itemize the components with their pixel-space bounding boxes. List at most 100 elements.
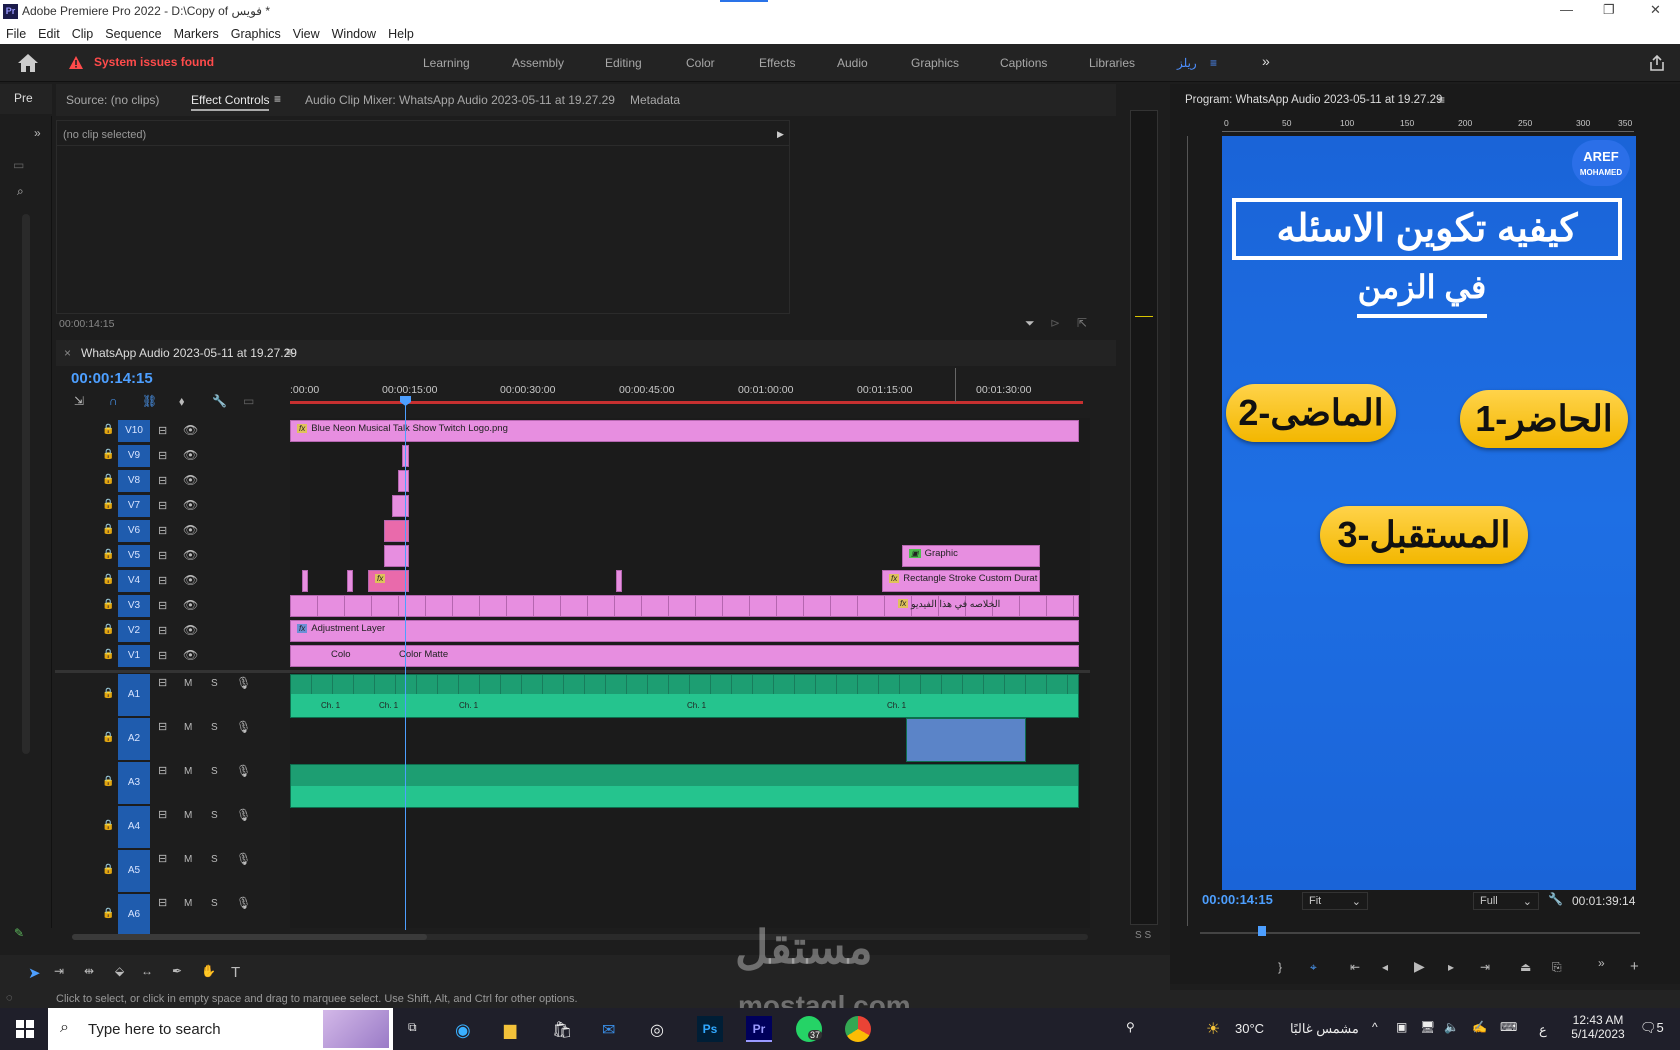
meter-solo-labels[interactable]: S S bbox=[1135, 930, 1151, 941]
home-icon[interactable] bbox=[16, 52, 40, 74]
eye-icon[interactable]: 👁 bbox=[183, 648, 198, 662]
add-button-icon[interactable]: + bbox=[1630, 958, 1639, 975]
lock-icon[interactable]: 🔒 bbox=[102, 574, 114, 585]
menu-view[interactable]: View bbox=[287, 24, 326, 44]
ws-learning[interactable]: Learning bbox=[423, 56, 470, 70]
eye-icon[interactable]: 👁 bbox=[183, 548, 198, 562]
temperature[interactable]: 30°C bbox=[1235, 1021, 1264, 1036]
toggle-sync-icon[interactable]: ⊟ bbox=[158, 764, 167, 777]
lock-icon[interactable]: 🔒 bbox=[102, 549, 114, 560]
mute-button[interactable]: M bbox=[184, 722, 192, 733]
clip-v1[interactable]: Colo Color Matte bbox=[290, 645, 1079, 667]
step-back-icon[interactable]: ◂ bbox=[1382, 960, 1388, 974]
mute-button[interactable]: M bbox=[184, 678, 192, 689]
toggle-sync-icon[interactable]: ⊟ bbox=[158, 624, 167, 637]
extract-icon[interactable]: ⎘ bbox=[1552, 960, 1562, 975]
solo-button[interactable]: S bbox=[211, 898, 218, 909]
lock-icon[interactable]: 🔒 bbox=[102, 688, 114, 699]
microphone-icon[interactable]: 🎙 bbox=[236, 720, 251, 734]
eye-icon[interactable]: 👁 bbox=[183, 623, 198, 637]
program-playhead[interactable] bbox=[1258, 926, 1266, 936]
ws-color[interactable]: Color bbox=[686, 56, 715, 70]
project-scrollbar[interactable] bbox=[22, 214, 30, 754]
minimize-button[interactable]: — bbox=[1560, 2, 1573, 17]
track-label[interactable]: A4 bbox=[118, 806, 150, 848]
menu-file[interactable]: File bbox=[0, 24, 32, 44]
ws-graphics[interactable]: Graphics bbox=[911, 56, 959, 70]
mail-icon[interactable]: ✉ bbox=[602, 1020, 615, 1040]
microphone-icon[interactable]: 🎙 bbox=[236, 676, 251, 690]
menu-sequence[interactable]: Sequence bbox=[99, 24, 167, 44]
program-timecode[interactable]: 00:00:14:15 bbox=[1202, 892, 1273, 907]
track-label[interactable]: A3 bbox=[118, 762, 150, 804]
microphone-icon[interactable]: 🎙 bbox=[236, 808, 251, 822]
whatsapp-icon[interactable]: 37 bbox=[796, 1016, 823, 1042]
lift-icon[interactable]: ⏏ bbox=[1520, 960, 1531, 974]
nest-icon[interactable]: ⇲ bbox=[74, 394, 84, 408]
hand-tool-icon[interactable]: ✋ bbox=[201, 964, 216, 978]
toggle-sync-icon[interactable]: ⊟ bbox=[158, 424, 167, 437]
file-explorer-icon[interactable]: ▆ bbox=[504, 1020, 516, 1040]
add-marker-icon[interactable]: ⌖ bbox=[1310, 960, 1317, 975]
notifications-icon[interactable]: 🗨5 bbox=[1640, 1020, 1664, 1036]
video-audio-divider[interactable] bbox=[55, 670, 1090, 673]
clip-v4-small[interactable] bbox=[616, 570, 622, 592]
ws-menu-icon[interactable]: ≡ bbox=[1210, 56, 1217, 70]
lock-icon[interactable]: 🔒 bbox=[102, 424, 114, 435]
razor-tool-icon[interactable]: ⬙ bbox=[115, 964, 124, 978]
tab-project[interactable]: Pre bbox=[14, 91, 33, 105]
track-label[interactable]: A5 bbox=[118, 850, 150, 892]
track-label[interactable]: V10 bbox=[118, 420, 150, 442]
toggle-sync-icon[interactable]: ⊟ bbox=[158, 449, 167, 462]
toggle-sync-icon[interactable]: ⊟ bbox=[158, 720, 167, 733]
close-button[interactable]: ✕ bbox=[1650, 2, 1661, 18]
clip-v2[interactable]: fx Adjustment Layer bbox=[290, 620, 1079, 642]
ws-libraries[interactable]: Libraries bbox=[1089, 56, 1135, 70]
eye-icon[interactable]: 👁 bbox=[183, 498, 198, 512]
expand-icon[interactable]: » bbox=[34, 126, 41, 140]
solo-button[interactable]: S bbox=[211, 678, 218, 689]
volume-icon[interactable]: 🔈 bbox=[1444, 1020, 1459, 1034]
pen-tool-icon[interactable]: ✒ bbox=[172, 964, 182, 978]
pen-workspace-icon[interactable]: ✍ bbox=[1472, 1020, 1487, 1034]
clip-v3[interactable]: fx الخلاصه في هذا الفيديو bbox=[290, 595, 1079, 617]
mute-button[interactable]: M bbox=[184, 898, 192, 909]
meet-icon[interactable]: ▣ bbox=[1396, 1020, 1407, 1034]
export-frame-icon[interactable]: ⇱ bbox=[1077, 316, 1087, 330]
track-label[interactable]: V9 bbox=[118, 445, 150, 467]
clip-v8[interactable] bbox=[398, 470, 409, 492]
weather-text[interactable]: مشمس غالبًا bbox=[1290, 1021, 1359, 1037]
add-marker-icon[interactable]: ⬧ bbox=[179, 394, 184, 409]
track-label[interactable]: V7 bbox=[118, 495, 150, 517]
lock-icon[interactable]: 🔒 bbox=[102, 474, 114, 485]
play-only-audio-icon[interactable]: ⊳ bbox=[1050, 316, 1060, 330]
collapse-arrow-icon[interactable]: ▶ bbox=[777, 129, 784, 140]
solo-button[interactable]: S bbox=[211, 810, 218, 821]
more-workspaces-icon[interactable]: » bbox=[1262, 53, 1270, 69]
fit-dropdown[interactable]: Fit ⌄ bbox=[1302, 892, 1368, 910]
timeline-h-thumb[interactable] bbox=[72, 934, 427, 940]
lock-icon[interactable]: 🔒 bbox=[102, 449, 114, 460]
people-icon[interactable]: ⚲ bbox=[1126, 1020, 1135, 1034]
search-icon[interactable]: ⌕ bbox=[17, 184, 24, 199]
system-issues-link[interactable]: System issues found bbox=[94, 55, 214, 69]
menu-edit[interactable]: Edit bbox=[32, 24, 66, 44]
lock-icon[interactable]: 🔒 bbox=[102, 732, 114, 743]
lock-icon[interactable]: 🔒 bbox=[102, 908, 114, 919]
lock-icon[interactable]: 🔒 bbox=[102, 524, 114, 535]
microphone-icon[interactable]: 🎙 bbox=[236, 896, 251, 910]
toggle-sync-icon[interactable]: ⊟ bbox=[158, 676, 167, 689]
tab-effect-controls[interactable]: Effect Controls bbox=[191, 93, 270, 111]
playhead[interactable] bbox=[405, 396, 406, 930]
toggle-sync-icon[interactable]: ⊟ bbox=[158, 474, 167, 487]
toggle-sync-icon[interactable]: ⊟ bbox=[158, 549, 167, 562]
tray-chevron-icon[interactable]: ^ bbox=[1372, 1020, 1378, 1034]
slip-tool-icon[interactable]: ↔ bbox=[141, 964, 153, 978]
lock-icon[interactable]: 🔒 bbox=[102, 864, 114, 875]
clip-v4-small[interactable] bbox=[347, 570, 353, 592]
type-tool-icon[interactable]: T bbox=[231, 964, 240, 981]
track-label[interactable]: V5 bbox=[118, 545, 150, 567]
restore-button[interactable]: ❐ bbox=[1603, 2, 1615, 18]
clip-v5-graphic[interactable]: ▣ Graphic bbox=[902, 545, 1040, 567]
selection-tool-icon[interactable]: ➤ bbox=[28, 964, 41, 982]
